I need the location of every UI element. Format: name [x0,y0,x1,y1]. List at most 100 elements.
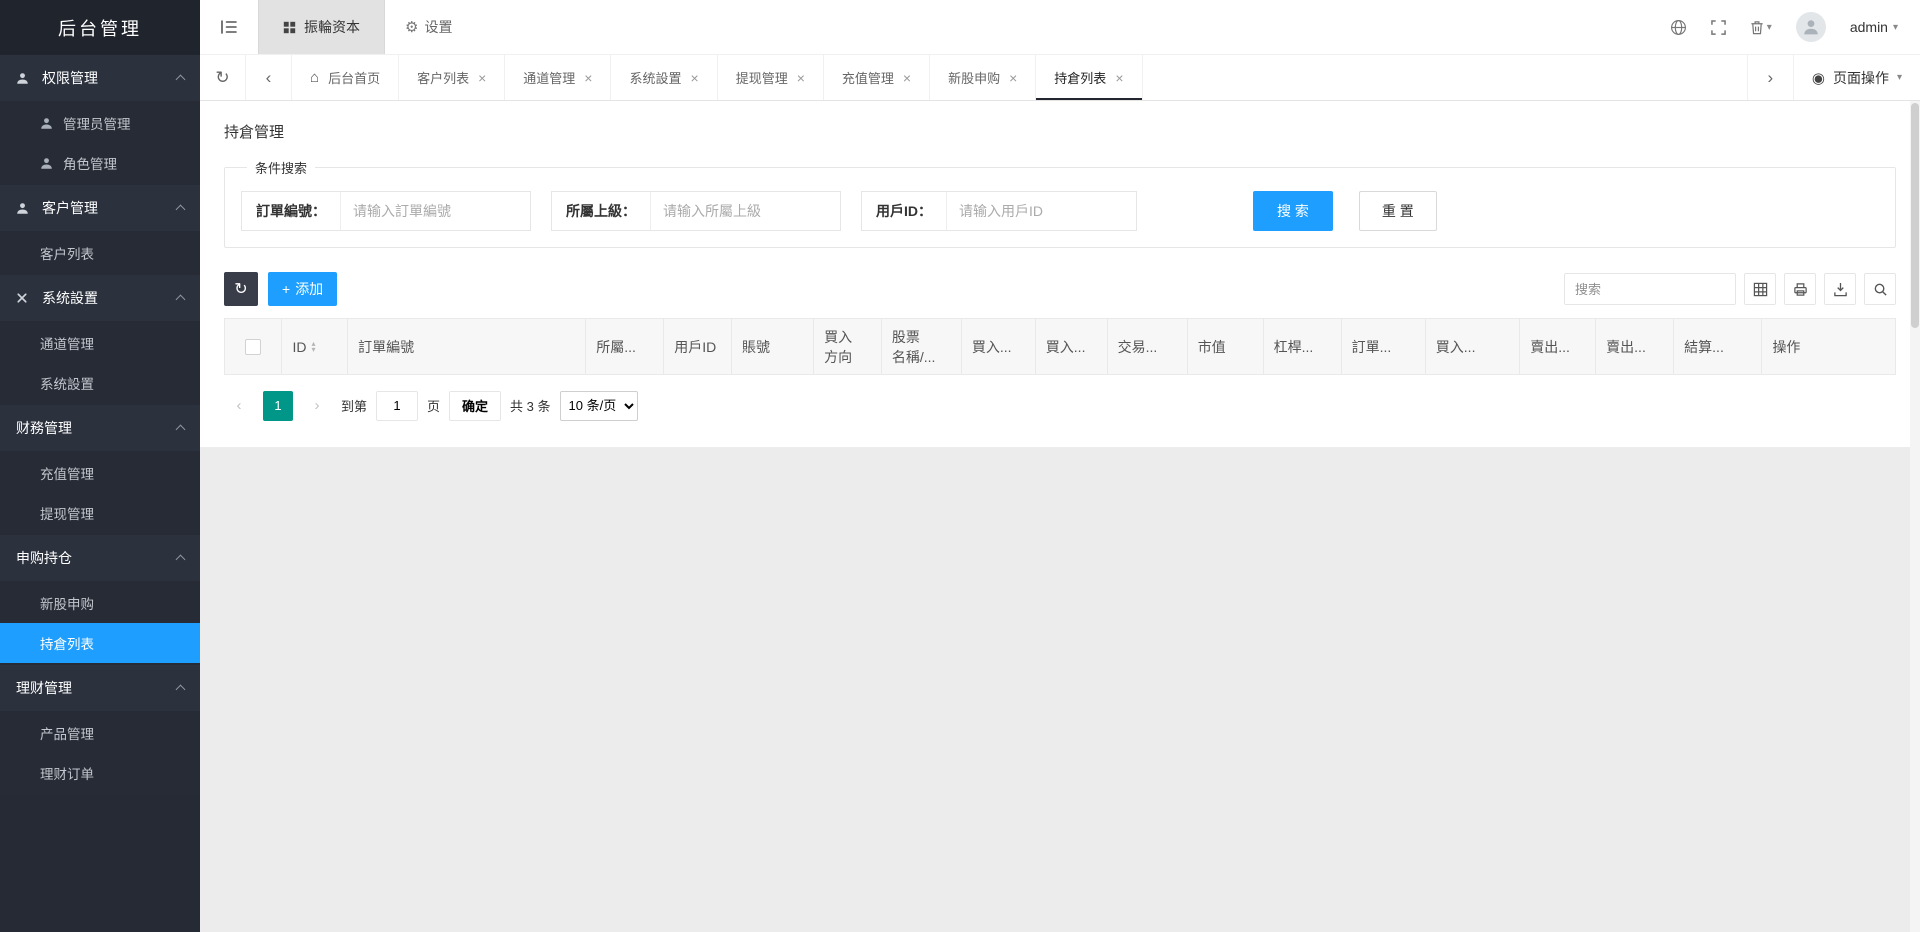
sidebar-group-5[interactable]: 理财管理 [0,665,200,711]
columns-filter-icon[interactable] [1744,273,1776,305]
tab-5[interactable]: 充值管理× [824,55,930,100]
sidebar-group-4[interactable]: 申购持仓 [0,535,200,581]
col-header-content: 買入... [972,337,1025,357]
search-row: 訂單編號：所屬上級：用戶ID： 搜 索 重 置 [241,191,1879,231]
sidebar-item-2-1[interactable]: 系统設置 [0,363,200,403]
tab-4[interactable]: 提现管理× [718,55,824,100]
search-zoom-icon[interactable] [1864,273,1896,305]
sidebar-item-1-0[interactable]: 客户列表 [0,233,200,273]
search-field-label: 訂單編號： [242,192,340,230]
page-size-select[interactable]: 10 条/页 [560,391,638,421]
user-icon [16,202,36,215]
sidebar-group-2[interactable]: 系统設置 [0,275,200,321]
jump-page-input[interactable] [376,391,418,421]
sidebar-item-label: 管理员管理 [63,113,131,133]
col-header-text: 結算... [1684,337,1724,357]
tab-1[interactable]: 客户列表 × [399,55,505,100]
sidebar-item-2-0[interactable]: 通道管理 [0,323,200,363]
col-header-content: 訂單編號 [358,337,575,357]
sidebar-submenu-5: 产品管理理财订单 [0,711,200,795]
close-icon[interactable]: × [903,70,911,86]
sidebar-item-5-0[interactable]: 产品管理 [0,713,200,753]
tab-0[interactable]: ⌂后台首页 [292,55,399,100]
reset-button[interactable]: 重 置 [1359,191,1437,231]
close-icon[interactable]: × [691,70,699,86]
app-logo: 后台管理 [0,0,200,55]
sidebar-group-label: 权限管理 [42,68,177,88]
sidebar-item-0-0[interactable]: 管理员管理 [0,103,200,143]
col-header-account: 賬號 [732,319,814,375]
close-icon[interactable]: × [478,70,486,86]
user-icon [40,117,58,130]
tab-6[interactable]: 新股申购× [930,55,1036,100]
page-title: 持倉管理 [224,121,1896,142]
col-header-buy_time: 買入... [1425,319,1519,375]
user-menu[interactable]: admin ▾ [1850,19,1898,35]
tab-7[interactable]: 持倉列表× [1036,55,1142,100]
sidebar-group-label: 客户管理 [42,198,177,218]
tab-label: 客户列表 [417,68,469,87]
close-icon[interactable]: × [584,70,592,86]
sidebar-group-0[interactable]: 权限管理 [0,55,200,101]
table-search-input[interactable] [1564,273,1736,305]
sidebar: 后台管理 权限管理管理员管理角色管理客户管理客户列表系统設置通道管理系统設置财務… [0,0,200,932]
close-icon[interactable]: × [1115,70,1123,86]
page-number-1[interactable]: 1 [263,391,293,421]
col-header-content: 買入方向 [824,327,871,367]
row-checkbox[interactable] [245,339,261,355]
scrollbar-thumb[interactable] [1911,103,1919,328]
settings-tab[interactable]: ⚙ 设置 [385,0,472,54]
col-header-content: ID▴▾ [292,339,337,355]
caret-down-icon: ▾ [1893,22,1898,33]
target-icon: ◉ [1812,69,1825,87]
col-header-text: 買入... [1436,337,1476,357]
col-header-trade_amount: 交易... [1107,319,1187,375]
clear-cache-dropdown[interactable]: ▾ [1750,20,1772,35]
refresh-table-icon[interactable]: ↻ [224,272,258,306]
close-icon[interactable]: × [1009,70,1017,86]
sidebar-item-0-1[interactable]: 角色管理 [0,143,200,183]
col-header-actions: 操作 [1762,319,1896,375]
col-header-text: 買入... [1046,337,1086,357]
sidebar-group-label: 理财管理 [16,678,177,698]
close-icon[interactable]: × [797,70,805,86]
refresh-tabs-icon[interactable]: ↻ [200,55,246,100]
sidebar-group-3[interactable]: 财務管理 [0,405,200,451]
col-header-buy_num: 買入... [1035,319,1107,375]
vertical-scrollbar[interactable] [1910,101,1920,932]
tab-3[interactable]: 系统設置× [611,55,717,100]
search-field-input[interactable] [650,192,840,230]
sidebar-group-1[interactable]: 客户管理 [0,185,200,231]
next-page-icon[interactable]: › [302,391,332,421]
print-icon[interactable] [1784,273,1816,305]
sidebar-toggle-icon[interactable] [200,0,258,54]
confirm-jump-button[interactable]: 确定 [449,391,501,421]
prev-page-icon[interactable]: ‹ [224,391,254,421]
sidebar-item-4-0[interactable]: 新股申购 [0,583,200,623]
tab-2[interactable]: 通道管理× [505,55,611,100]
scroll-tabs-right-icon[interactable]: › [1747,55,1793,100]
search-field-input[interactable] [946,192,1136,230]
scroll-tabs-left-icon[interactable]: ‹ [246,55,292,100]
sidebar-item-3-0[interactable]: 充值管理 [0,453,200,493]
sidebar-item-5-1[interactable]: 理财订单 [0,753,200,793]
language-globe-icon[interactable] [1670,19,1687,36]
col-header-text: 所屬... [596,337,636,357]
brand-tab[interactable]: 振輪资本 [258,0,385,54]
col-header-content: 買入... [1436,337,1509,357]
sort-icon[interactable]: ▴▾ [311,341,315,353]
add-button[interactable]: + 添加 [268,272,337,306]
search-button[interactable]: 搜 索 [1253,191,1333,231]
sidebar-item-label: 角色管理 [63,153,117,173]
avatar[interactable] [1796,12,1826,42]
export-icon[interactable] [1824,273,1856,305]
fullscreen-icon[interactable] [1711,20,1726,35]
search-field-input[interactable] [340,192,530,230]
sidebar-group-label: 申购持仓 [16,548,177,568]
sidebar-item-3-1[interactable]: 提现管理 [0,493,200,533]
page-operations-dropdown[interactable]: ◉ 页面操作 ▾ [1793,55,1920,100]
sidebar-item-4-1[interactable]: 持倉列表 [0,623,200,663]
sidebar-submenu-1: 客户列表 [0,231,200,275]
gear-icon: ⚙ [405,18,418,36]
col-header-checkbox[interactable] [225,319,282,375]
